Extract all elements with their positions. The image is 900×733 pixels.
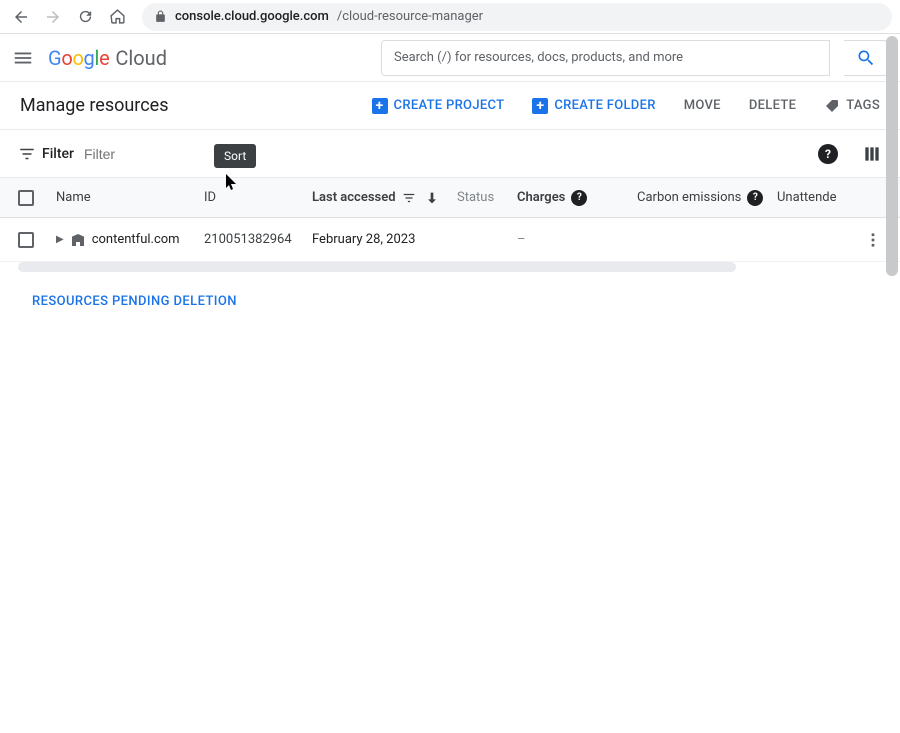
delete-button[interactable]: DELETE — [749, 98, 796, 113]
col-last-accessed[interactable]: Last accessed — [312, 190, 457, 206]
forward-icon — [44, 8, 62, 26]
tag-icon — [824, 98, 840, 114]
url-host: console.cloud.google.com — [175, 9, 329, 24]
filter-list-icon — [402, 191, 416, 205]
page-title: Manage resources — [20, 95, 169, 116]
help-icon[interactable]: ? — [747, 190, 763, 206]
row-charges: – — [517, 232, 637, 247]
sort-desc-icon — [424, 190, 440, 206]
action-toolbar: Manage resources + CREATE PROJECT + CREA… — [0, 82, 900, 130]
row-last-accessed: February 28, 2023 — [312, 232, 457, 247]
row-menu-icon[interactable] — [864, 231, 882, 249]
table-row: ▶ contentful.com 210051382964 February 2… — [0, 218, 900, 262]
address-bar[interactable]: console.cloud.google.com/cloud-resource-… — [142, 3, 892, 31]
help-icon[interactable]: ? — [818, 144, 838, 164]
filter-input[interactable] — [84, 146, 818, 162]
plus-icon: + — [532, 98, 548, 114]
col-name[interactable]: Name — [34, 190, 204, 205]
lock-icon — [154, 10, 167, 23]
col-status[interactable]: Status — [457, 190, 517, 205]
google-cloud-logo[interactable]: Google Cloud — [48, 46, 167, 70]
sort-tooltip: Sort — [214, 144, 256, 168]
home-icon[interactable] — [108, 8, 126, 26]
row-checkbox[interactable] — [18, 232, 34, 248]
tags-button[interactable]: TAGS — [824, 98, 880, 114]
vertical-scrollbar[interactable] — [886, 36, 898, 276]
table-header-row: Name ID Last accessed Status Charges ? C… — [0, 178, 900, 218]
col-carbon[interactable]: Carbon emissions ? — [637, 190, 777, 206]
global-search-input[interactable]: Search (/) for resources, docs, products… — [381, 40, 830, 76]
logo-cloud-text: Cloud — [115, 46, 167, 70]
col-id[interactable]: ID — [204, 190, 312, 205]
menu-icon[interactable] — [12, 47, 34, 69]
horizontal-scrollbar[interactable] — [18, 262, 736, 272]
select-all-checkbox[interactable] — [18, 190, 34, 206]
columns-icon[interactable] — [862, 144, 882, 164]
console-header: Google Cloud Search (/) for resources, d… — [0, 34, 900, 82]
url-path: /cloud-resource-manager — [337, 9, 483, 24]
create-project-button[interactable]: + CREATE PROJECT — [372, 98, 505, 114]
help-icon[interactable]: ? — [571, 190, 587, 206]
pending-deletion-link[interactable]: RESOURCES PENDING DELETION — [32, 294, 900, 309]
reload-icon[interactable] — [76, 8, 94, 26]
organization-icon — [70, 232, 86, 248]
search-button[interactable] — [844, 40, 888, 76]
search-placeholder: Search (/) for resources, docs, products… — [394, 50, 683, 65]
filter-icon — [18, 145, 36, 163]
col-charges[interactable]: Charges ? — [517, 190, 637, 206]
expand-icon[interactable]: ▶ — [56, 234, 64, 245]
create-folder-button[interactable]: + CREATE FOLDER — [532, 98, 655, 114]
col-unattended[interactable]: Unattende — [777, 190, 837, 205]
row-id: 210051382964 — [204, 232, 312, 247]
plus-icon: + — [372, 98, 388, 114]
back-icon[interactable] — [12, 8, 30, 26]
filter-bar: Filter ? — [0, 130, 900, 178]
move-button[interactable]: MOVE — [684, 98, 721, 113]
browser-chrome: console.cloud.google.com/cloud-resource-… — [0, 0, 900, 34]
row-name[interactable]: contentful.com — [92, 232, 180, 247]
filter-label: Filter — [42, 146, 74, 162]
